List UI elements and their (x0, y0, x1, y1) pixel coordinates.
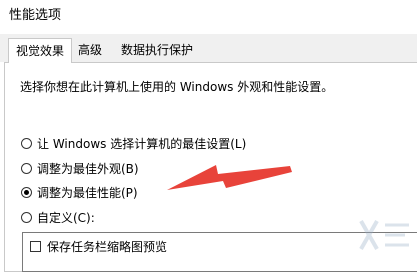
radio-label: 自定义(C): (37, 211, 95, 225)
tab-data-execution-prevention[interactable]: 数据执行保护 (114, 40, 200, 61)
checkbox-label: 保存任务栏缩略图预览 (47, 240, 168, 254)
tab-visual-effects[interactable]: 视觉效果 (8, 38, 73, 63)
radio-label: 调整为最佳性能(P) (37, 186, 138, 200)
intro-text: 选择你想在此计算机上使用的 Windows 外观和性能设置。 (20, 80, 334, 94)
radio-indicator[interactable] (21, 163, 32, 174)
radio-best-appearance[interactable]: 调整为最佳外观(B) (21, 160, 139, 177)
radio-indicator[interactable] (21, 212, 32, 223)
window-title: 性能选项 (9, 8, 62, 23)
watermark-logo-icon (359, 220, 409, 250)
radio-indicator[interactable] (21, 138, 32, 149)
radio-label: 让 Windows 选择计算机的最佳设置(L) (37, 137, 247, 151)
checkbox-save-taskbar-thumbnail[interactable]: 保存任务栏缩略图预览 (30, 238, 167, 255)
radio-label: 调整为最佳外观(B) (37, 162, 139, 176)
radio-best-performance[interactable]: 调整为最佳性能(P) (21, 184, 138, 201)
checkbox-indicator[interactable] (30, 241, 41, 252)
title-bar: 性能选项 (0, 0, 417, 34)
radio-let-windows-choose[interactable]: 让 Windows 选择计算机的最佳设置(L) (21, 135, 246, 152)
tab-advanced[interactable]: 高级 (71, 40, 109, 61)
radio-custom[interactable]: 自定义(C): (21, 209, 95, 226)
radio-indicator-selected[interactable] (21, 187, 32, 198)
